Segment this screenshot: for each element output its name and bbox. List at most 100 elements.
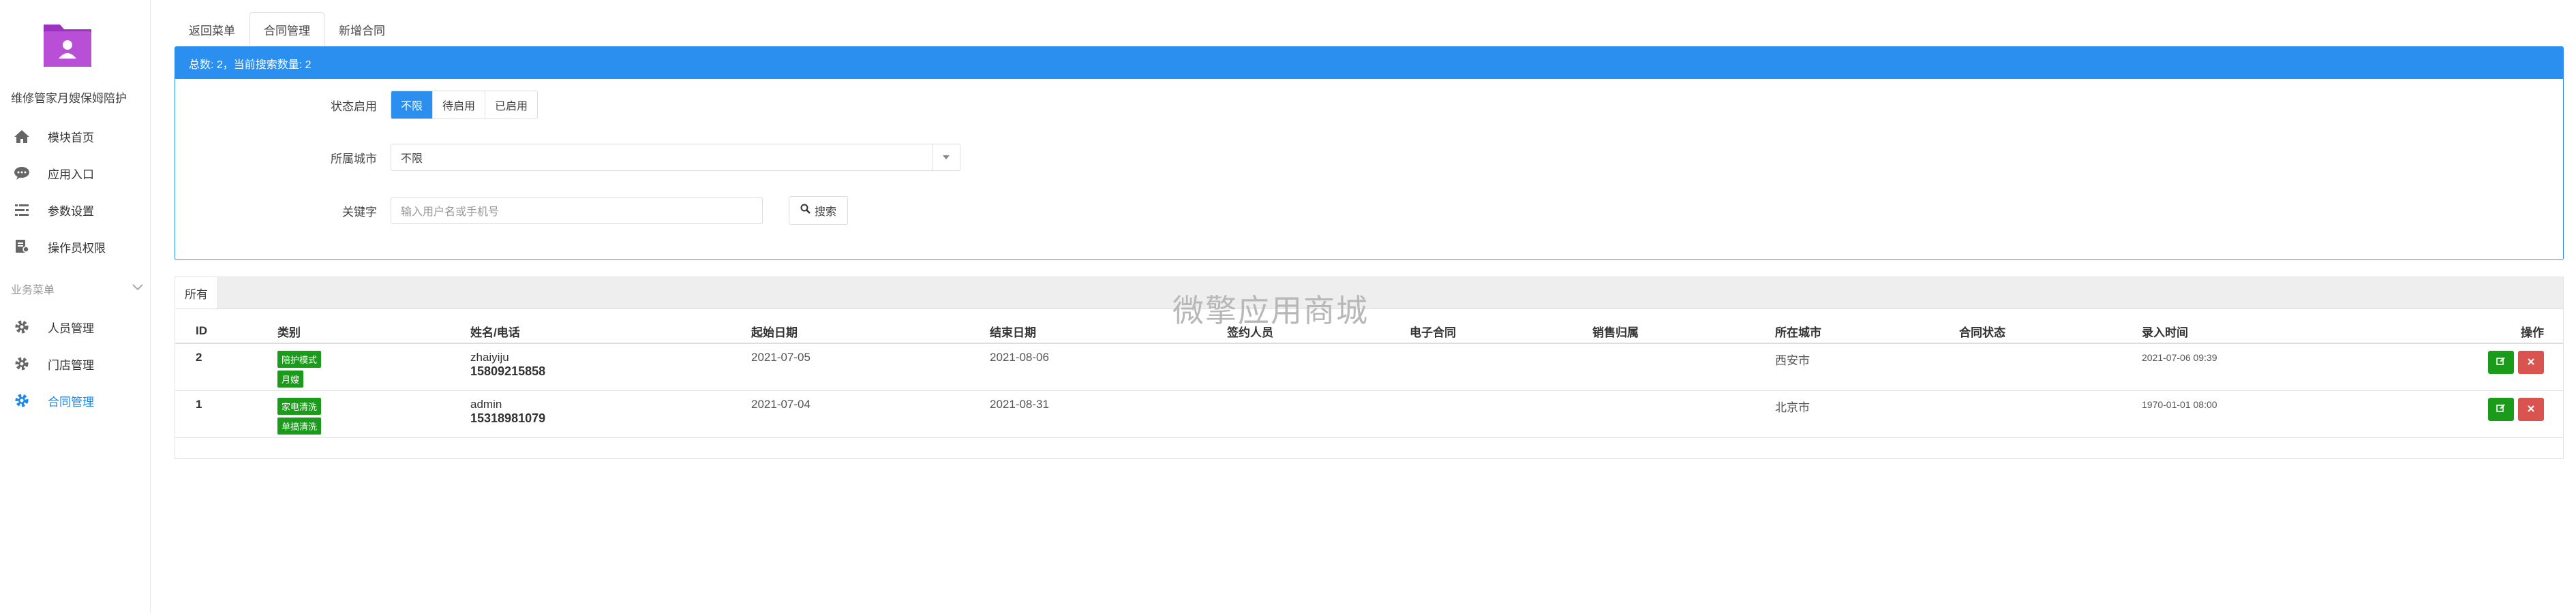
filter-summary: 总数: 2，当前搜索数量: 2 xyxy=(175,47,2563,79)
list-settings-icon xyxy=(10,202,34,217)
col-contract-status: 合同状态 xyxy=(1959,319,2142,344)
business-menu-group[interactable]: 业务菜单 xyxy=(11,281,144,297)
table-row: 1 家电清洗 单搞清洗 admin 15318981079 2021-07-04… xyxy=(175,390,2563,438)
edit-icon xyxy=(2496,356,2506,369)
col-actions: 操作 xyxy=(2324,319,2563,344)
edit-button[interactable] xyxy=(2488,351,2514,374)
row-signer xyxy=(1227,343,1410,391)
col-category: 类别 xyxy=(277,319,470,344)
row-id: 1 xyxy=(196,390,277,438)
sidebar-item-contracts[interactable]: 合同管理 xyxy=(0,383,149,418)
col-sales-owner: 销售归属 xyxy=(1592,319,1775,344)
category-tag: 月嫂 xyxy=(277,371,304,388)
col-start-date: 起始日期 xyxy=(751,319,990,344)
sidebar-item-stores[interactable]: 门店管理 xyxy=(0,346,149,381)
row-phone: 15318981079 xyxy=(470,411,546,425)
folder-user-logo-icon xyxy=(41,19,94,69)
sidebar-item-staff[interactable]: 人员管理 xyxy=(0,309,149,345)
row-e-contract xyxy=(1410,390,1592,438)
row-start-date: 2021-07-04 xyxy=(751,390,990,438)
search-icon xyxy=(800,204,810,217)
sidebar-item-label: 操作员权限 xyxy=(48,241,106,255)
delete-button[interactable] xyxy=(2518,398,2544,421)
col-id: ID xyxy=(196,319,277,344)
row-created-time: 1970-01-01 08:00 xyxy=(2142,390,2324,438)
keyword-filter-row: 关键字 输入用户名或手机号 搜索 xyxy=(175,196,849,225)
row-city: 北京市 xyxy=(1775,390,1959,438)
row-name-phone: admin 15318981079 xyxy=(470,390,751,438)
tab-all[interactable]: 所有 xyxy=(175,277,218,309)
col-created-time: 录入时间 xyxy=(2142,319,2324,344)
status-segmented-control: 不限 待启用 已启用 xyxy=(391,91,539,119)
category-tag: 家电清洗 xyxy=(277,398,322,415)
city-label: 所属城市 xyxy=(331,152,377,166)
row-actions xyxy=(2324,390,2563,438)
sidebar-item-label: 人员管理 xyxy=(48,321,94,335)
chevron-down-icon xyxy=(132,283,144,295)
sidebar-item-settings[interactable]: 参数设置 xyxy=(0,192,149,227)
caret-down-icon xyxy=(932,144,960,170)
sidebar-item-label: 门店管理 xyxy=(48,358,94,372)
tab-contract-management[interactable]: 合同管理 xyxy=(249,12,324,46)
permission-icon xyxy=(10,239,34,254)
sidebar-item-operator-permission[interactable]: 操作员权限 xyxy=(0,229,149,264)
created-time-text: 1970-01-01 08:00 xyxy=(2142,399,2217,410)
row-end-date: 2021-08-06 xyxy=(990,343,1227,391)
sidebar-item-home[interactable]: 模块首页 xyxy=(0,119,149,154)
sidebar-item-label: 应用入口 xyxy=(48,168,94,181)
contract-list-panel: 所有 ID 类别 姓名/电话 起始日期 结束日期 签约人员 电子合同 销售归属 … xyxy=(175,277,2564,459)
row-actions xyxy=(2324,343,2563,391)
edit-icon xyxy=(2496,403,2506,416)
col-name-phone: 姓名/电话 xyxy=(470,319,751,344)
category-tag: 单搞清洗 xyxy=(277,418,322,435)
category-tag: 陪护模式 xyxy=(277,351,322,368)
row-end-date: 2021-08-31 xyxy=(990,390,1227,438)
edit-button[interactable] xyxy=(2488,398,2514,421)
row-status xyxy=(1959,390,2142,438)
search-button[interactable]: 搜索 xyxy=(789,196,849,225)
city-select[interactable]: 不限 xyxy=(391,144,960,171)
row-phone: 15809215858 xyxy=(470,364,546,378)
table-row: 2 陪护模式 月嫂 zhaiyiju 15809215858 2021-07-0… xyxy=(175,343,2563,391)
table-header-row: ID 类别 姓名/电话 起始日期 结束日期 签约人员 电子合同 销售归属 所在城… xyxy=(175,319,2563,344)
keyword-input[interactable]: 输入用户名或手机号 xyxy=(391,197,763,224)
row-signer xyxy=(1227,390,1410,438)
group-title: 业务菜单 xyxy=(11,285,55,296)
contract-table: ID 类别 姓名/电话 起始日期 结束日期 签约人员 电子合同 销售归属 所在城… xyxy=(175,319,2563,438)
watermark: 微擎应用商城 xyxy=(1172,293,1369,328)
sidebar-item-label: 模块首页 xyxy=(48,131,94,144)
row-city: 西安市 xyxy=(1775,343,1959,391)
sidebar: 维修管家月嫂保姆陪护 模块首页 应用入口 参数设置 操作员权限 业务菜单 人员管… xyxy=(0,0,151,613)
delete-button[interactable] xyxy=(2518,351,2544,374)
row-start-date: 2021-07-05 xyxy=(751,343,990,391)
tab-back-menu[interactable]: 返回菜单 xyxy=(175,12,249,46)
filter-panel: 总数: 2，当前搜索数量: 2 状态启用 不限 待启用 已启用 所属城市 不限 … xyxy=(175,46,2564,260)
status-label: 状态启用 xyxy=(331,99,377,113)
status-filter-row: 状态启用 不限 待启用 已启用 xyxy=(175,91,539,119)
created-time-text: 2021-07-06 09:39 xyxy=(2142,352,2217,363)
gear-icon xyxy=(10,356,34,372)
close-icon xyxy=(2527,356,2535,369)
row-e-contract xyxy=(1410,343,1592,391)
sidebar-item-label: 合同管理 xyxy=(48,395,94,409)
keyword-label: 关键字 xyxy=(342,205,377,219)
row-category: 陪护模式 月嫂 xyxy=(277,343,470,391)
gear-icon xyxy=(10,392,34,409)
tab-add-contract[interactable]: 新增合同 xyxy=(324,12,399,46)
status-option-all[interactable]: 不限 xyxy=(391,91,434,119)
close-icon xyxy=(2527,403,2535,416)
row-sales-owner xyxy=(1592,390,1775,438)
status-option-enabled[interactable]: 已启用 xyxy=(485,91,537,119)
row-status xyxy=(1959,343,2142,391)
chat-icon xyxy=(10,166,34,180)
col-e-contract: 电子合同 xyxy=(1410,319,1592,344)
row-name-phone: zhaiyiju 15809215858 xyxy=(470,343,751,391)
sidebar-item-app-entry[interactable]: 应用入口 xyxy=(0,155,149,191)
city-select-value: 不限 xyxy=(401,153,423,165)
status-option-pending[interactable]: 待启用 xyxy=(433,91,486,119)
top-tabs: 返回菜单 合同管理 新增合同 xyxy=(175,12,399,46)
list-tabs: 所有 xyxy=(175,277,2563,309)
search-button-label: 搜索 xyxy=(815,206,837,218)
col-city: 所在城市 xyxy=(1775,319,1959,344)
home-icon xyxy=(10,129,34,144)
